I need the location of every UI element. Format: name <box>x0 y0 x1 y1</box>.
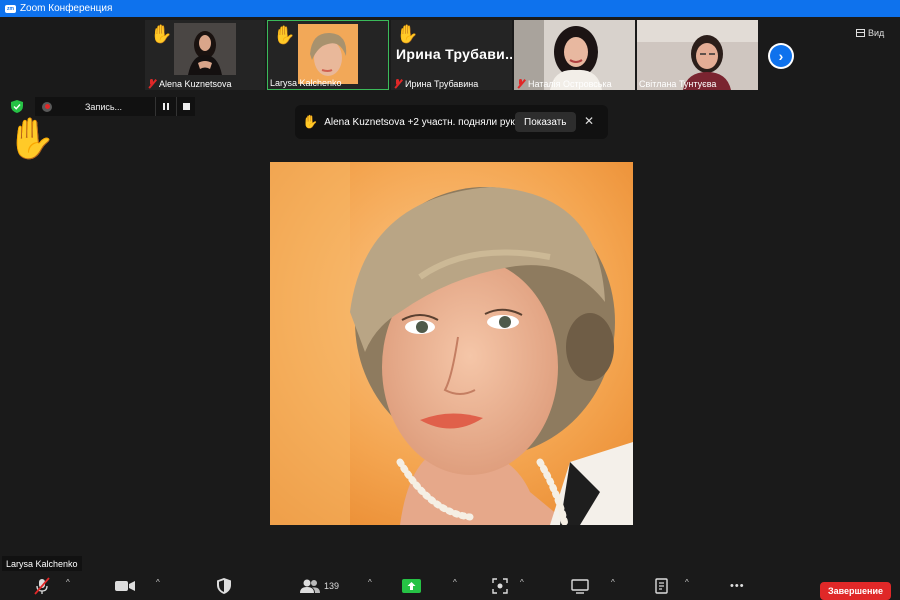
pause-recording-button[interactable] <box>163 103 169 110</box>
participant-tile-svitlana[interactable]: Світлана Тунтуєва <box>637 20 758 90</box>
participant-name: Larysa Kalchenko <box>270 78 342 88</box>
security-button[interactable] <box>217 572 231 600</box>
video-options-caret[interactable]: ^ <box>156 578 160 587</box>
close-icon[interactable]: ✕ <box>584 114 594 128</box>
view-button[interactable]: Вид <box>856 25 884 41</box>
end-meeting-button[interactable]: Завершение <box>820 582 891 600</box>
participant-name-large: Ирина Трубави... <box>396 46 512 62</box>
mic-muted-icon <box>34 577 50 595</box>
participants-icon <box>300 579 320 593</box>
share-screen-button[interactable] <box>402 572 421 600</box>
participants-button[interactable]: 139 <box>300 572 339 600</box>
more-button[interactable]: ••• <box>730 572 745 600</box>
participants-options-caret[interactable]: ^ <box>368 578 372 587</box>
speaker-name-tag: Larysa Kalchenko <box>2 556 82 571</box>
participants-count: 139 <box>324 581 340 591</box>
show-button[interactable]: Показать <box>515 112 576 132</box>
recording-dot-icon <box>42 101 52 112</box>
chevron-right-icon: › <box>770 45 792 67</box>
participant-name: Alena Kuznetsova <box>147 79 232 89</box>
record-button[interactable] <box>492 572 508 600</box>
raised-hand-icon: ✋ <box>396 24 419 44</box>
monitor-icon <box>571 578 589 594</box>
window-title: Zoom Конференция <box>19 3 113 14</box>
share-screen-icon <box>402 579 421 593</box>
participant-name: Наталія Островська <box>516 79 612 89</box>
participant-name: Світлана Тунтуєва <box>639 79 717 89</box>
participant-tile-larysa[interactable]: ✋ Larysa Kalchenko <box>267 20 389 90</box>
zoom-logo-icon: zm <box>5 4 16 13</box>
video-camera-icon <box>115 581 135 591</box>
grid-view-icon <box>856 29 865 37</box>
raised-hand-icon: ✋ <box>302 114 319 129</box>
participant-tile-natalia[interactable]: Наталія Островська <box>514 20 635 90</box>
record-frame-icon <box>492 578 508 594</box>
video-button[interactable] <box>115 572 135 600</box>
raise-hand-notification: ✋ Alena Kuznetsova +2 участн. подняли ру… <box>295 105 608 139</box>
gallery-next-button[interactable]: › <box>768 43 794 69</box>
notes-icon <box>655 577 668 594</box>
mic-muted-icon <box>516 79 525 89</box>
security-shield-icon[interactable] <box>11 100 23 113</box>
whiteboard-options-caret[interactable]: ^ <box>611 578 615 587</box>
title-bar: zm Zoom Конференция <box>0 0 900 17</box>
stop-recording-button[interactable] <box>183 103 190 110</box>
recording-label: Запись... <box>85 101 123 112</box>
participant-tile-alena[interactable]: ✋ Alena Kuznetsova <box>145 20 265 90</box>
whiteboard-button[interactable] <box>571 572 589 600</box>
participant-tile-irina[interactable]: ✋ Ирина Трубави... Ирина Трубавина <box>391 20 512 90</box>
meeting-toolbar: ^ ^ 139 ^ ^ ^ ^ ^ ••• Завершение <box>0 572 900 600</box>
audio-options-caret[interactable]: ^ <box>66 578 70 587</box>
meeting-stage: ✋ Alena Kuznetsova ✋ Larysa Kalchenko ✋ … <box>0 17 900 600</box>
security-shield-icon <box>217 578 231 594</box>
record-options-caret[interactable]: ^ <box>520 578 524 587</box>
notes-options-caret[interactable]: ^ <box>685 578 689 587</box>
speaker-video <box>270 162 633 525</box>
unmute-button[interactable] <box>33 572 51 600</box>
notification-text: Alena Kuznetsova +2 участн. подняли руку <box>324 116 520 128</box>
recording-bar: Запись... <box>35 97 195 116</box>
raised-hand-icon: ✋ <box>150 24 173 44</box>
raised-hand-icon: ✋ <box>6 117 56 161</box>
participant-video <box>174 23 236 75</box>
mic-muted-icon <box>147 79 156 89</box>
mic-muted-icon <box>393 79 402 89</box>
share-options-caret[interactable]: ^ <box>453 578 457 587</box>
participant-video <box>298 24 358 84</box>
raised-hand-icon: ✋ <box>273 25 296 45</box>
notes-button[interactable] <box>655 572 669 600</box>
participant-name: Ирина Трубавина <box>393 79 478 89</box>
